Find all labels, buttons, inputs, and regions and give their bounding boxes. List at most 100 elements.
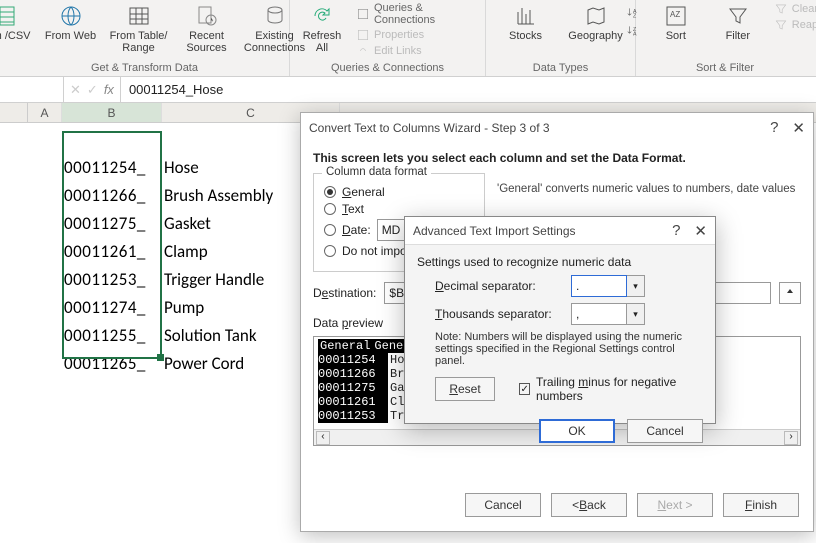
from-csv-button[interactable]: om /CSV <box>0 2 35 42</box>
checkbox-icon[interactable]: ✓ <box>519 383 530 395</box>
globe-icon <box>57 4 85 28</box>
sort-icon: AZ <box>662 4 690 28</box>
edit-links-item[interactable]: Edit Links <box>356 44 477 58</box>
scroll-right-icon[interactable]: › <box>784 431 798 445</box>
csv-icon <box>0 4 23 28</box>
chevron-down-icon[interactable]: ▾ <box>627 303 645 325</box>
destination-label: Destination: <box>313 286 376 300</box>
help-icon[interactable]: ? <box>672 222 680 240</box>
label: Recent Sources <box>181 30 233 54</box>
recent-icon <box>193 4 221 28</box>
svg-text:AZ: AZ <box>670 10 680 19</box>
trailing-minus-label: Trailing minus for negative numbers <box>536 375 703 403</box>
column-header[interactable]: B <box>62 103 162 122</box>
note-text: Note: Numbers will be displayed using th… <box>435 331 703 367</box>
group-label: Column data format <box>322 166 431 178</box>
table-icon <box>125 4 153 28</box>
radio-general[interactable]: General <box>324 185 474 199</box>
label: From Web <box>45 30 96 42</box>
dialog-heading: Settings used to recognize numeric data <box>417 255 703 269</box>
svg-text:A: A <box>633 32 637 38</box>
cell-value: 00011275_ <box>64 213 164 234</box>
label: Stocks <box>509 30 542 42</box>
formula-bar: ✕ ✓ fx 00011254_Hose <box>0 77 816 103</box>
thousands-separator-field[interactable]: , <box>571 303 627 325</box>
radio-icon <box>324 245 336 257</box>
radio-icon <box>324 186 336 198</box>
dialog-intro: This screen lets you select each column … <box>313 151 801 165</box>
format-note: 'General' converts numeric values to num… <box>497 165 801 195</box>
refresh-all-button[interactable]: Refresh All <box>298 2 346 54</box>
back-button[interactable]: < Back <box>551 493 627 517</box>
properties-item[interactable]: Properties <box>356 28 477 42</box>
scroll-left-icon[interactable]: ‹ <box>316 431 330 445</box>
finish-button[interactable]: Finish <box>723 493 799 517</box>
radio-icon <box>324 203 336 215</box>
cell-value: 00011253_ <box>64 269 164 290</box>
column-header[interactable]: A <box>28 103 62 122</box>
cell-value: 00011254_ <box>64 157 164 178</box>
queries-connections-item[interactable]: Queries & Connections <box>356 2 477 26</box>
recent-sources-button[interactable]: Recent Sources <box>181 2 233 54</box>
group-label: Data Types <box>533 60 588 74</box>
label: Geography <box>568 30 622 42</box>
decimal-separator-field[interactable]: . <box>571 275 627 297</box>
group-label: Sort & Filter <box>696 60 754 74</box>
dialog-title: Convert Text to Columns Wizard - Step 3 … <box>309 121 550 135</box>
group-label: Queries & Connections <box>331 60 444 74</box>
label: Clear <box>792 3 816 15</box>
help-icon[interactable]: ? <box>770 119 778 137</box>
from-table-button[interactable]: From Table/ Range <box>107 2 171 54</box>
reapply-filter-item[interactable]: Reapp <box>774 18 816 32</box>
enter-entry-icon[interactable]: ✓ <box>87 82 98 98</box>
decimal-label: Decimal separator: <box>435 279 565 293</box>
radio-icon <box>324 224 336 236</box>
connections-icon <box>261 4 289 28</box>
fx-icon[interactable]: fx <box>104 82 114 97</box>
label: Reapp <box>792 19 816 31</box>
geography-button[interactable]: Geography <box>570 2 622 42</box>
cell-value: 00011265_ <box>64 353 164 374</box>
cell-value: 00011255_ <box>64 325 164 346</box>
label: Sort <box>666 30 686 42</box>
name-box[interactable] <box>0 77 64 102</box>
ok-button[interactable]: OK <box>539 419 615 443</box>
radio-text[interactable]: Text <box>324 202 474 216</box>
cancel-button[interactable]: Cancel <box>627 419 703 443</box>
label: From Table/ Range <box>107 30 171 54</box>
ribbon: om /CSV From Web From Table/ Range Recen… <box>0 0 816 77</box>
label: Edit Links <box>374 45 422 57</box>
clear-filter-item[interactable]: Clear <box>774 2 816 16</box>
label: Refresh All <box>298 30 346 54</box>
funnel-icon <box>724 4 752 28</box>
sort-az-button[interactable]: AZ <box>626 6 640 20</box>
close-icon[interactable]: ✕ <box>792 119 805 137</box>
advanced-text-import-dialog: Advanced Text Import Settings ? ✕ Settin… <box>404 216 716 424</box>
cell-value: 00011274_ <box>64 297 164 318</box>
label: Do not impo <box>342 244 407 258</box>
next-button: Next > <box>637 493 713 517</box>
cell-value: 00011261_ <box>64 241 164 262</box>
cancel-entry-icon[interactable]: ✕ <box>70 82 81 98</box>
range-picker-icon[interactable] <box>779 282 801 304</box>
cell-value: 00011266_ <box>64 185 164 206</box>
cancel-button[interactable]: Cancel <box>465 493 541 517</box>
reset-button[interactable]: Reset <box>435 377 495 401</box>
close-icon[interactable]: ✕ <box>694 222 707 240</box>
dialog-title: Advanced Text Import Settings <box>413 224 576 238</box>
map-icon <box>582 4 610 28</box>
label: om /CSV <box>0 30 31 42</box>
thousands-label: Thousands separator: <box>435 307 565 321</box>
chevron-down-icon[interactable]: ▾ <box>627 275 645 297</box>
sort-button[interactable]: AZ Sort <box>650 2 702 42</box>
filter-button[interactable]: Filter <box>712 2 764 42</box>
label: Filter <box>726 30 750 42</box>
stocks-icon <box>512 4 540 28</box>
sort-za-button[interactable]: ZA <box>626 24 640 38</box>
from-web-button[interactable]: From Web <box>45 2 97 42</box>
label: Queries & Connections <box>374 2 477 26</box>
group-label: Get & Transform Data <box>91 60 198 74</box>
label: Properties <box>374 29 424 41</box>
stocks-button[interactable]: Stocks <box>500 2 552 42</box>
formula-input[interactable]: 00011254_Hose <box>121 77 816 102</box>
